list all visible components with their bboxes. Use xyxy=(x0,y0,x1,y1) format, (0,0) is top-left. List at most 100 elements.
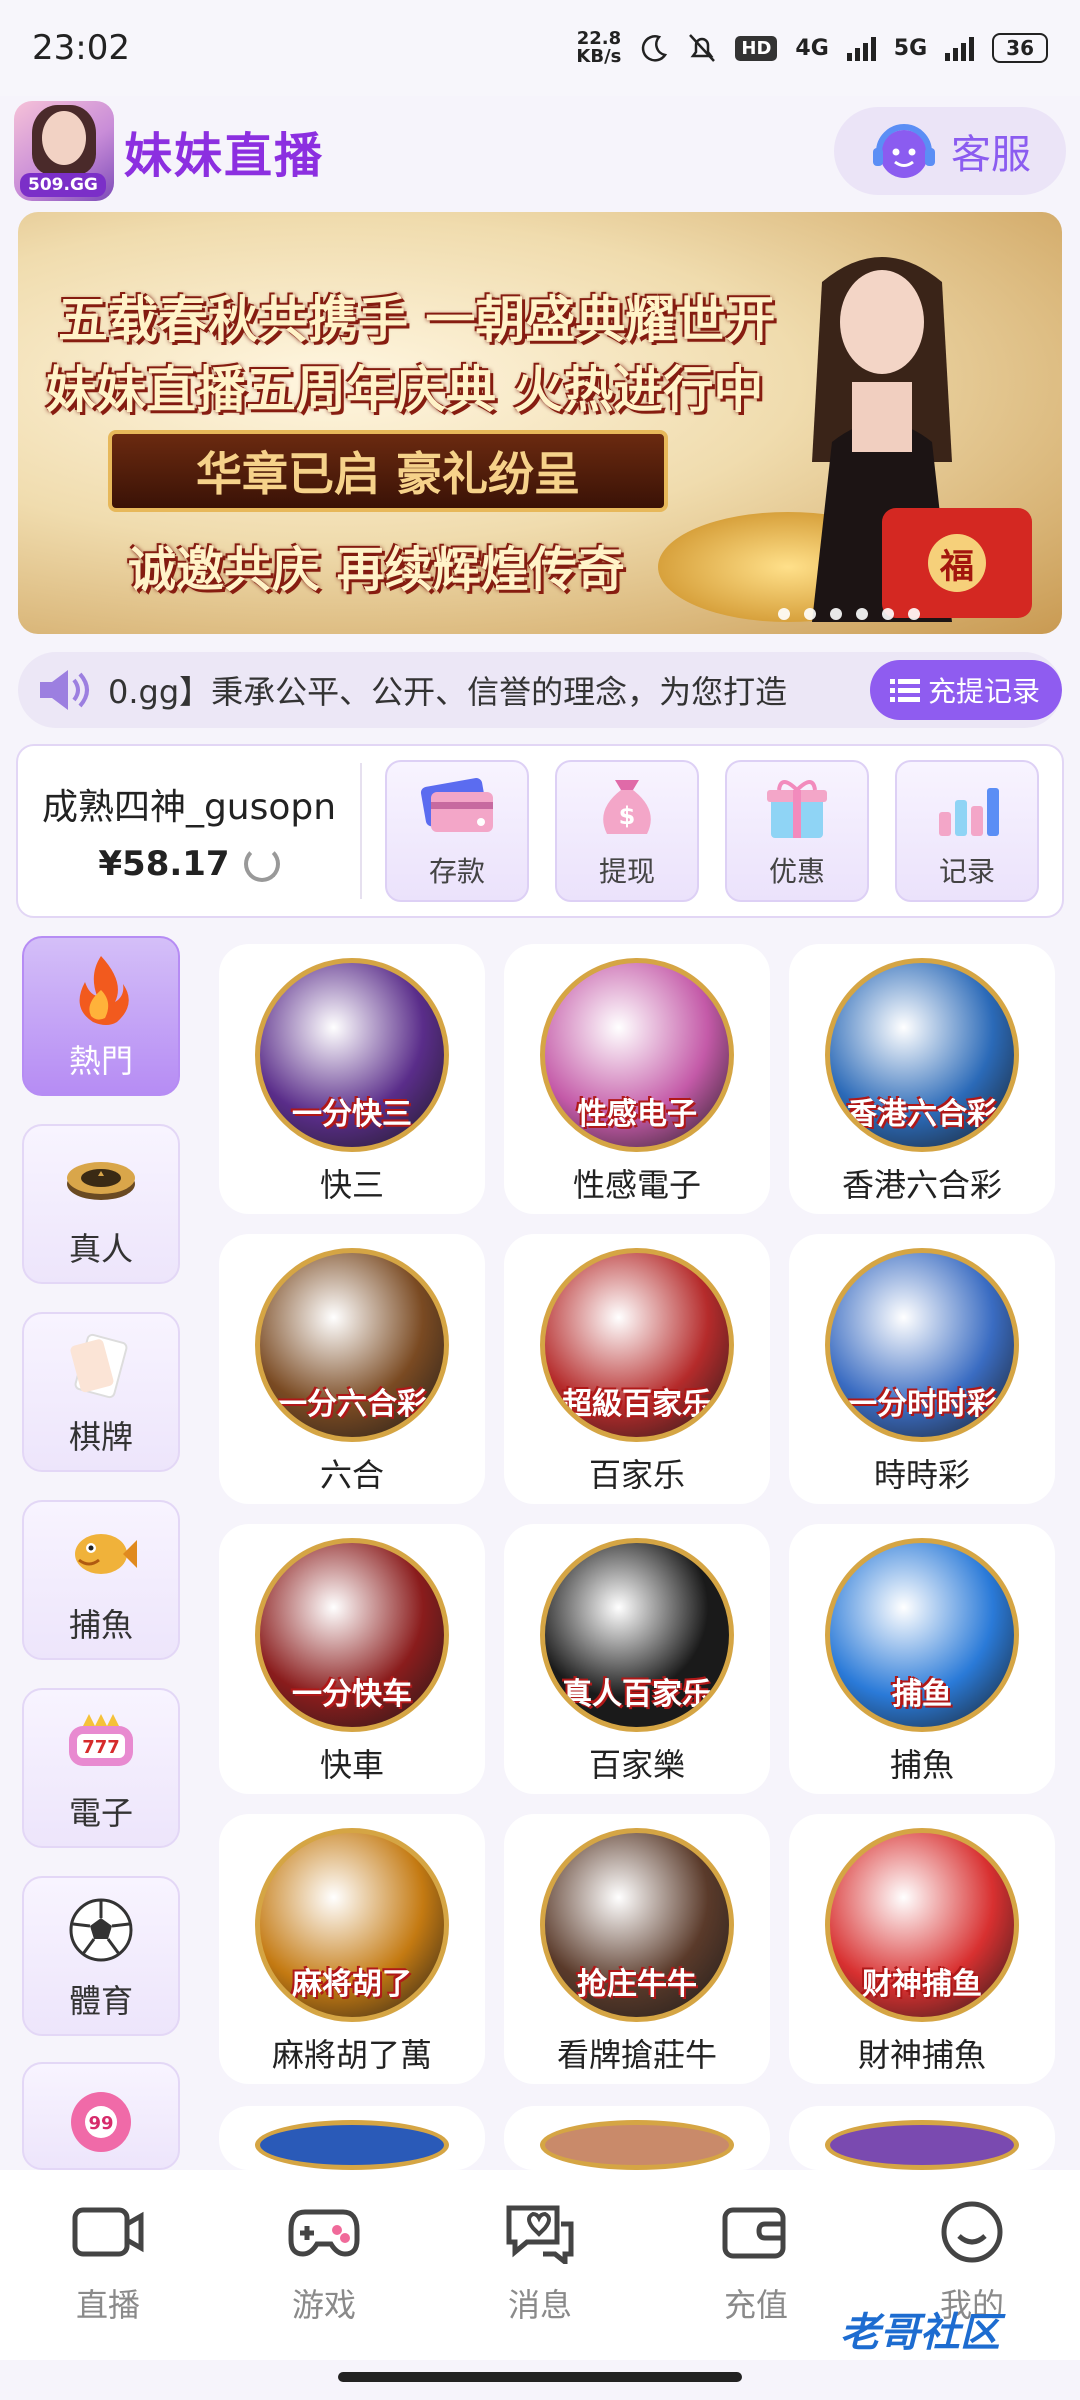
game-card[interactable]: 财神捕鱼 財神捕魚 xyxy=(789,1814,1055,2084)
game-card[interactable]: 一分快车 快車 xyxy=(219,1524,485,1794)
game-card-partial[interactable] xyxy=(504,2106,770,2170)
chat-icon xyxy=(506,2205,574,2264)
playing-card-icon xyxy=(70,1333,128,1399)
game-icon-caption: 财神捕鱼 xyxy=(862,1967,982,2002)
game-card[interactable]: 一分六合彩 六合 xyxy=(219,1234,485,1504)
deposit-withdraw-record-button[interactable]: 充提记录 xyxy=(869,660,1062,720)
video-icon xyxy=(72,2207,144,2257)
game-name: 時時彩 xyxy=(873,1456,970,1494)
lottery-ball-icon: 99 xyxy=(71,2092,131,2152)
records-button[interactable]: 记录 xyxy=(895,760,1039,902)
game-icon-caption: 麻将胡了 xyxy=(292,1967,412,2002)
game-card[interactable]: 一分快三 快三 xyxy=(219,944,485,1214)
game-name: 捕魚 xyxy=(889,1746,954,1784)
game-card[interactable]: 一分时时彩 時時彩 xyxy=(789,1234,1055,1504)
signal-icon-1 xyxy=(846,35,876,61)
category-hot[interactable]: 熱門 xyxy=(22,936,180,1096)
network-5g: 5G xyxy=(893,35,928,61)
headset-icon xyxy=(873,124,935,178)
category-electronic[interactable]: 777 電子 xyxy=(22,1688,180,1848)
game-icon: 真人百家乐 xyxy=(540,1538,734,1732)
money-bag-icon: $ xyxy=(603,780,651,834)
game-card[interactable]: 抢庄牛牛 看牌搶莊牛 xyxy=(504,1814,770,2084)
svg-text:$: $ xyxy=(619,802,636,830)
app-header: 509.GG 妹妹直播 客服 xyxy=(0,96,1080,206)
gift-icon xyxy=(767,780,827,838)
game-icon: 抢庄牛牛 xyxy=(540,1828,734,2022)
game-icon: 超級百家乐 xyxy=(540,1248,734,1442)
game-card[interactable]: 捕鱼 捕魚 xyxy=(789,1524,1055,1794)
gesture-bar[interactable] xyxy=(338,2372,742,2382)
announcement-bar[interactable]: 0.gg】秉承公平、公开、信誉的理念，为您打造 充提记录 xyxy=(18,652,1062,728)
app-logo: 509.GG xyxy=(14,101,114,201)
announcement-text: 0.gg】秉承公平、公开、信誉的理念，为您打造 xyxy=(108,673,788,711)
game-icon: 捕鱼 xyxy=(825,1538,1019,1732)
game-icon: 一分快车 xyxy=(255,1538,449,1732)
category-chess-card[interactable]: 棋牌 xyxy=(22,1312,180,1472)
banner-line-4: 诚邀共庆 再续辉煌传奇 xyxy=(128,542,625,598)
brand-title: 妹妹直播 xyxy=(124,128,325,184)
moon-icon xyxy=(642,35,668,62)
game-icon: 一分六合彩 xyxy=(255,1248,449,1442)
flame-icon xyxy=(79,956,129,1025)
game-icon-caption: 一分时时彩 xyxy=(847,1387,997,1422)
user-info: 成熟四神_gusopn ¥58.17 xyxy=(18,763,362,899)
nav-messages[interactable]: 消息 xyxy=(460,2200,620,2360)
game-icon: 一分时时彩 xyxy=(825,1248,1019,1442)
game-card[interactable]: 超級百家乐 百家乐 xyxy=(504,1234,770,1504)
category-sports[interactable]: 體育 xyxy=(22,1876,180,2036)
category-live[interactable]: 真人 xyxy=(22,1124,180,1284)
game-icon xyxy=(825,2120,1019,2170)
game-name: 香港六合彩 xyxy=(841,1166,1002,1204)
fish-icon xyxy=(75,1534,137,1574)
nav-games[interactable]: 游戏 xyxy=(244,2200,404,2360)
banner-pagination[interactable] xyxy=(778,608,920,620)
game-icon: 麻将胡了 xyxy=(255,1828,449,2022)
game-name: 性感電子 xyxy=(572,1166,701,1204)
service-label: 客服 xyxy=(951,132,1031,178)
balance-amount: ¥58.17 xyxy=(98,844,230,884)
smile-icon xyxy=(941,2201,1003,2263)
game-icon-caption: 真人百家乐 xyxy=(562,1677,712,1712)
status-icons: 22.8 KB/s HD 4G 5G 36 xyxy=(576,30,1048,66)
refresh-icon[interactable] xyxy=(243,846,280,882)
wallet-icon xyxy=(722,2207,786,2259)
game-card[interactable]: 性感电子 性感電子 xyxy=(504,944,770,1214)
promotion-button[interactable]: 优惠 xyxy=(725,760,869,902)
game-card-partial[interactable] xyxy=(789,2106,1055,2170)
game-card[interactable]: 香港六合彩 香港六合彩 xyxy=(789,944,1055,1214)
withdraw-button[interactable]: $ 提现 xyxy=(555,760,699,902)
customer-service-button[interactable]: 客服 xyxy=(834,107,1066,195)
game-icon-caption: 捕鱼 xyxy=(892,1677,952,1712)
game-name: 財神捕魚 xyxy=(857,2036,986,2074)
battery-icon: 36 xyxy=(992,33,1048,63)
game-card[interactable]: 麻将胡了 麻將胡了萬 xyxy=(219,1814,485,2084)
category-fishing[interactable]: 捕魚 xyxy=(22,1500,180,1660)
game-icon xyxy=(540,2120,734,2170)
game-icon-caption: 一分六合彩 xyxy=(277,1387,427,1422)
casino-chip-icon xyxy=(67,1162,135,1200)
nav-live[interactable]: 直播 xyxy=(28,2200,188,2360)
svg-text:777: 777 xyxy=(82,1737,120,1758)
banner-line-1: 五载春秋共携手 一朝盛典耀世开 xyxy=(58,291,776,349)
game-name: 快三 xyxy=(319,1166,384,1204)
deposit-button[interactable]: 存款 xyxy=(385,760,529,902)
logo-tag: 509.GG xyxy=(20,173,106,197)
game-card[interactable]: 真人百家乐 百家樂 xyxy=(504,1524,770,1794)
game-icon-caption: 一分快车 xyxy=(292,1677,412,1712)
game-name: 百家樂 xyxy=(588,1746,685,1784)
game-icon xyxy=(255,2120,449,2170)
game-name: 看牌搶莊牛 xyxy=(556,2036,717,2074)
game-name: 麻將胡了萬 xyxy=(271,2036,432,2074)
promo-banner[interactable]: 五载春秋共携手 一朝盛典耀世开 妹妹直播五周年庆典 火热进行中 华章已启 豪礼纷… xyxy=(18,212,1062,634)
category-lottery[interactable]: 99 xyxy=(22,2062,180,2170)
network-4g: 4G xyxy=(795,35,829,61)
game-icon: 财神捕鱼 xyxy=(825,1828,1019,2022)
game-card-partial[interactable] xyxy=(219,2106,485,2170)
nav-recharge[interactable]: 充值 xyxy=(676,2200,836,2360)
username: 成熟四神_gusopn xyxy=(41,787,337,828)
game-name: 六合 xyxy=(319,1456,384,1494)
gamepad-icon xyxy=(288,2209,360,2257)
watermark-logo: 老哥社区 xyxy=(840,2310,1000,2356)
wallet-actions: 存款 $ 提现 优惠 记录 xyxy=(362,760,1062,902)
